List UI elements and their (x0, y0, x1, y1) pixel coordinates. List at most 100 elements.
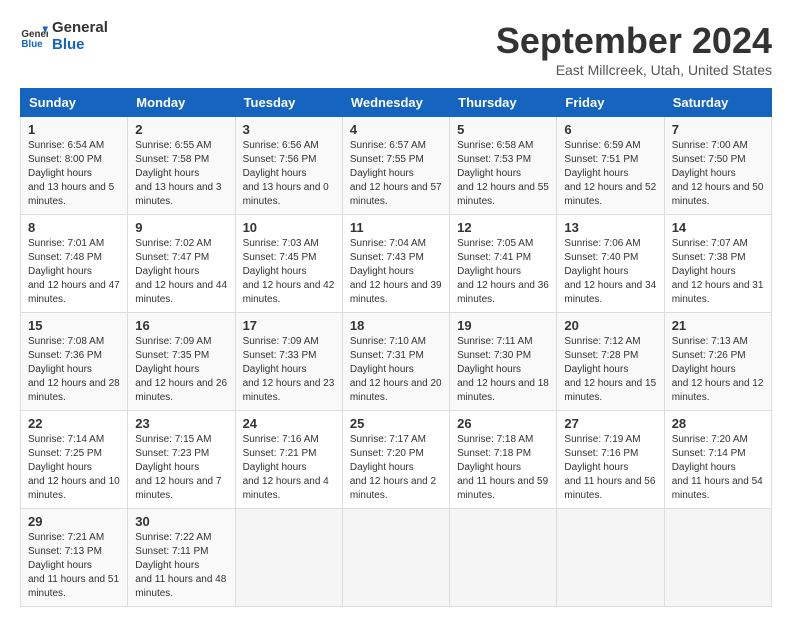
title-block: September 2024 East Millcreek, Utah, Uni… (496, 20, 772, 78)
day-number: 27 (564, 416, 656, 431)
page-header: General Blue General Blue September 2024… (20, 20, 772, 78)
day-info: Sunrise: 7:09 AM Sunset: 7:35 PM Dayligh… (135, 335, 227, 405)
calendar-cell: 2 Sunrise: 6:55 AM Sunset: 7:58 PM Dayli… (128, 117, 235, 215)
calendar-cell (235, 509, 342, 607)
calendar-header-row: SundayMondayTuesdayWednesdayThursdayFrid… (21, 89, 772, 117)
day-number: 14 (672, 220, 764, 235)
day-info: Sunrise: 7:22 AM Sunset: 7:11 PM Dayligh… (135, 531, 227, 601)
day-info: Sunrise: 7:15 AM Sunset: 7:23 PM Dayligh… (135, 433, 227, 503)
calendar-cell: 21 Sunrise: 7:13 AM Sunset: 7:26 PM Dayl… (664, 313, 771, 411)
calendar-cell: 20 Sunrise: 7:12 AM Sunset: 7:28 PM Dayl… (557, 313, 664, 411)
calendar-cell: 25 Sunrise: 7:17 AM Sunset: 7:20 PM Dayl… (342, 411, 449, 509)
calendar-cell: 23 Sunrise: 7:15 AM Sunset: 7:23 PM Dayl… (128, 411, 235, 509)
calendar-cell: 19 Sunrise: 7:11 AM Sunset: 7:30 PM Dayl… (450, 313, 557, 411)
day-info: Sunrise: 7:16 AM Sunset: 7:21 PM Dayligh… (243, 433, 335, 503)
day-info: Sunrise: 7:01 AM Sunset: 7:48 PM Dayligh… (28, 237, 120, 307)
calendar-cell: 26 Sunrise: 7:18 AM Sunset: 7:18 PM Dayl… (450, 411, 557, 509)
calendar-cell: 9 Sunrise: 7:02 AM Sunset: 7:47 PM Dayli… (128, 215, 235, 313)
day-number: 6 (564, 122, 656, 137)
day-number: 8 (28, 220, 120, 235)
day-number: 11 (350, 220, 442, 235)
day-info: Sunrise: 6:58 AM Sunset: 7:53 PM Dayligh… (457, 139, 549, 209)
day-number: 9 (135, 220, 227, 235)
day-info: Sunrise: 7:02 AM Sunset: 7:47 PM Dayligh… (135, 237, 227, 307)
calendar-cell: 29 Sunrise: 7:21 AM Sunset: 7:13 PM Dayl… (21, 509, 128, 607)
day-info: Sunrise: 7:05 AM Sunset: 7:41 PM Dayligh… (457, 237, 549, 307)
calendar-cell: 3 Sunrise: 6:56 AM Sunset: 7:56 PM Dayli… (235, 117, 342, 215)
calendar-cell (557, 509, 664, 607)
column-header-saturday: Saturday (664, 89, 771, 117)
calendar-cell: 24 Sunrise: 7:16 AM Sunset: 7:21 PM Dayl… (235, 411, 342, 509)
calendar-week-4: 22 Sunrise: 7:14 AM Sunset: 7:25 PM Dayl… (21, 411, 772, 509)
day-number: 21 (672, 318, 764, 333)
calendar-cell: 13 Sunrise: 7:06 AM Sunset: 7:40 PM Dayl… (557, 215, 664, 313)
day-info: Sunrise: 6:54 AM Sunset: 8:00 PM Dayligh… (28, 139, 120, 209)
day-info: Sunrise: 6:56 AM Sunset: 7:56 PM Dayligh… (243, 139, 335, 209)
day-number: 1 (28, 122, 120, 137)
calendar-cell: 6 Sunrise: 6:59 AM Sunset: 7:51 PM Dayli… (557, 117, 664, 215)
logo-blue-text: Blue (52, 36, 85, 53)
day-info: Sunrise: 7:10 AM Sunset: 7:31 PM Dayligh… (350, 335, 442, 405)
day-number: 15 (28, 318, 120, 333)
calendar-cell: 22 Sunrise: 7:14 AM Sunset: 7:25 PM Dayl… (21, 411, 128, 509)
day-number: 7 (672, 122, 764, 137)
calendar-cell (450, 509, 557, 607)
day-info: Sunrise: 7:00 AM Sunset: 7:50 PM Dayligh… (672, 139, 764, 209)
day-number: 12 (457, 220, 549, 235)
day-number: 3 (243, 122, 335, 137)
column-header-friday: Friday (557, 89, 664, 117)
day-info: Sunrise: 7:07 AM Sunset: 7:38 PM Dayligh… (672, 237, 764, 307)
day-info: Sunrise: 7:19 AM Sunset: 7:16 PM Dayligh… (564, 433, 656, 503)
day-number: 29 (28, 514, 120, 529)
day-info: Sunrise: 7:04 AM Sunset: 7:43 PM Dayligh… (350, 237, 442, 307)
day-number: 4 (350, 122, 442, 137)
day-info: Sunrise: 7:06 AM Sunset: 7:40 PM Dayligh… (564, 237, 656, 307)
calendar-cell: 14 Sunrise: 7:07 AM Sunset: 7:38 PM Dayl… (664, 215, 771, 313)
day-number: 2 (135, 122, 227, 137)
day-number: 28 (672, 416, 764, 431)
day-info: Sunrise: 7:18 AM Sunset: 7:18 PM Dayligh… (457, 433, 549, 503)
day-info: Sunrise: 7:20 AM Sunset: 7:14 PM Dayligh… (672, 433, 764, 503)
day-number: 25 (350, 416, 442, 431)
day-number: 20 (564, 318, 656, 333)
day-info: Sunrise: 7:08 AM Sunset: 7:36 PM Dayligh… (28, 335, 120, 405)
day-info: Sunrise: 7:17 AM Sunset: 7:20 PM Dayligh… (350, 433, 442, 503)
day-number: 24 (243, 416, 335, 431)
day-info: Sunrise: 6:55 AM Sunset: 7:58 PM Dayligh… (135, 139, 227, 209)
day-number: 18 (350, 318, 442, 333)
day-number: 22 (28, 416, 120, 431)
calendar-cell: 30 Sunrise: 7:22 AM Sunset: 7:11 PM Dayl… (128, 509, 235, 607)
calendar-cell: 8 Sunrise: 7:01 AM Sunset: 7:48 PM Dayli… (21, 215, 128, 313)
day-info: Sunrise: 6:59 AM Sunset: 7:51 PM Dayligh… (564, 139, 656, 209)
calendar-cell: 10 Sunrise: 7:03 AM Sunset: 7:45 PM Dayl… (235, 215, 342, 313)
day-number: 5 (457, 122, 549, 137)
calendar-cell: 11 Sunrise: 7:04 AM Sunset: 7:43 PM Dayl… (342, 215, 449, 313)
column-header-monday: Monday (128, 89, 235, 117)
calendar-cell: 12 Sunrise: 7:05 AM Sunset: 7:41 PM Dayl… (450, 215, 557, 313)
day-info: Sunrise: 6:57 AM Sunset: 7:55 PM Dayligh… (350, 139, 442, 209)
calendar-cell: 7 Sunrise: 7:00 AM Sunset: 7:50 PM Dayli… (664, 117, 771, 215)
day-number: 23 (135, 416, 227, 431)
calendar-cell: 5 Sunrise: 6:58 AM Sunset: 7:53 PM Dayli… (450, 117, 557, 215)
column-header-sunday: Sunday (21, 89, 128, 117)
day-info: Sunrise: 7:13 AM Sunset: 7:26 PM Dayligh… (672, 335, 764, 405)
calendar-cell: 17 Sunrise: 7:09 AM Sunset: 7:33 PM Dayl… (235, 313, 342, 411)
column-header-tuesday: Tuesday (235, 89, 342, 117)
day-info: Sunrise: 7:12 AM Sunset: 7:28 PM Dayligh… (564, 335, 656, 405)
day-number: 10 (243, 220, 335, 235)
day-info: Sunrise: 7:03 AM Sunset: 7:45 PM Dayligh… (243, 237, 335, 307)
calendar-week-2: 8 Sunrise: 7:01 AM Sunset: 7:48 PM Dayli… (21, 215, 772, 313)
logo-general-text: General (52, 19, 108, 36)
column-header-thursday: Thursday (450, 89, 557, 117)
logo-icon: General Blue (20, 23, 48, 51)
day-info: Sunrise: 7:21 AM Sunset: 7:13 PM Dayligh… (28, 531, 120, 601)
calendar-cell: 16 Sunrise: 7:09 AM Sunset: 7:35 PM Dayl… (128, 313, 235, 411)
calendar-cell: 27 Sunrise: 7:19 AM Sunset: 7:16 PM Dayl… (557, 411, 664, 509)
location-text: East Millcreek, Utah, United States (496, 62, 772, 78)
day-number: 13 (564, 220, 656, 235)
logo: General Blue General Blue (20, 20, 108, 53)
calendar-week-5: 29 Sunrise: 7:21 AM Sunset: 7:13 PM Dayl… (21, 509, 772, 607)
day-number: 26 (457, 416, 549, 431)
calendar-cell: 18 Sunrise: 7:10 AM Sunset: 7:31 PM Dayl… (342, 313, 449, 411)
svg-text:Blue: Blue (21, 38, 43, 49)
